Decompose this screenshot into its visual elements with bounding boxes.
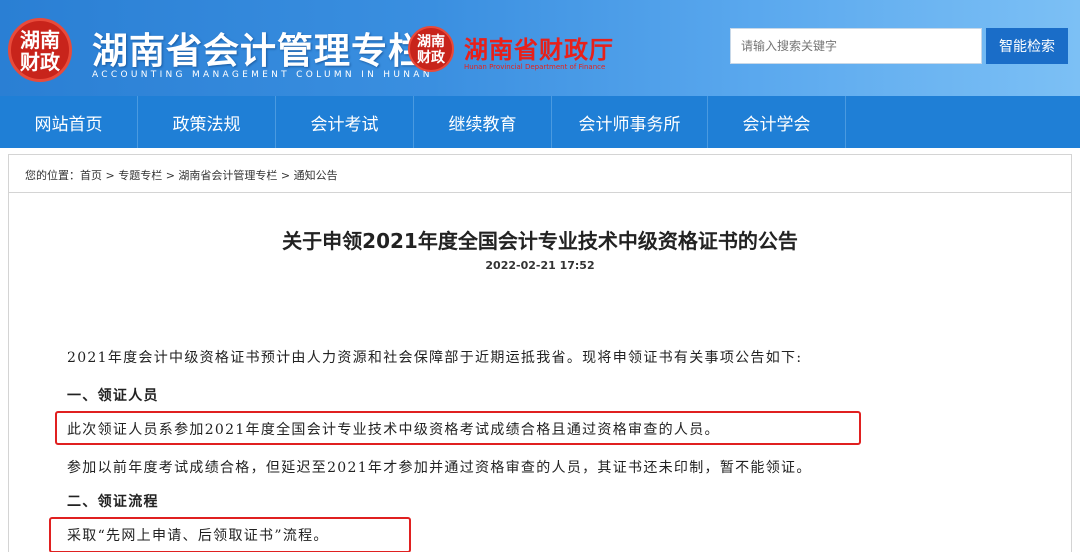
dept-english-name: Hunan Provincial Department of Finance: [464, 63, 606, 71]
paragraph-note: 参加以前年度考试成绩合格，但延迟至2021年才参加并通过资格审查的人员，其证书还…: [67, 460, 812, 476]
nav-home[interactable]: 网站首页: [0, 96, 138, 148]
article-panel: 您的位置：首页 > 专题专栏 > 湖南省会计管理专栏 > 通知公告 关于申领20…: [8, 154, 1072, 552]
nav-policy[interactable]: 政策法规: [138, 96, 276, 148]
paragraph-intro: 2021年度会计中级资格证书预计由人力资源和社会保障部于近期运抵我省。现将申领证…: [67, 350, 803, 366]
nav-firms[interactable]: 会计师事务所: [552, 96, 708, 148]
breadcrumb[interactable]: 您的位置：首页 > 专题专栏 > 湖南省会计管理专栏 > 通知公告: [9, 155, 1071, 193]
finance-seal-logo: 湖南财政: [8, 18, 72, 82]
paragraph-recipients: 此次领证人员系参加2021年度全国会计专业技术中级资格考试成绩合格且通过资格审查…: [67, 422, 720, 438]
section-heading-process: 二、领证流程: [67, 494, 159, 510]
search-input[interactable]: [730, 28, 982, 64]
section-heading-recipients: 一、领证人员: [67, 388, 159, 404]
main-nav: 网站首页 政策法规 会计考试 继续教育 会计师事务所 会计学会: [0, 96, 1080, 148]
article-title: 关于申领2021年度全国会计专业技术中级资格证书的公告: [282, 229, 798, 253]
search-button[interactable]: 智能检索: [986, 28, 1068, 64]
site-header: 湖南财政 湖南省会计管理专栏 ACCOUNTING MANAGEMENT COL…: [0, 0, 1080, 96]
article-date: 2022-02-21 17:52: [485, 259, 595, 272]
nav-society[interactable]: 会计学会: [708, 96, 846, 148]
nav-exam[interactable]: 会计考试: [276, 96, 414, 148]
dept-name[interactable]: 湖南省财政厅: [464, 30, 614, 65]
dept-seal-logo: 湖南财政: [408, 26, 454, 72]
paragraph-process: 采取“先网上申请、后领取证书”流程。: [67, 528, 329, 544]
nav-education[interactable]: 继续教育: [414, 96, 552, 148]
site-title: 湖南省会计管理专栏: [92, 31, 426, 72]
site-subtitle: ACCOUNTING MANAGEMENT COLUMN IN HUNAN: [92, 70, 433, 80]
